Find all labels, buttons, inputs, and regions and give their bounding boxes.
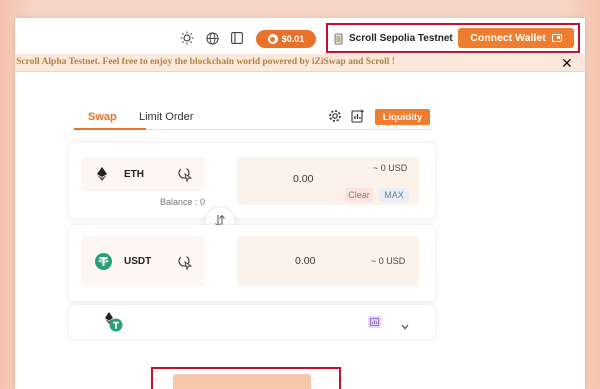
scroll-network-icon (334, 32, 344, 45)
to-token-selector[interactable]: USDT (81, 236, 205, 286)
token-select-icon[interactable] (177, 166, 193, 187)
network-selector[interactable]: Scroll Sepolia Testnet (349, 33, 453, 44)
to-token-card: USDT 0.00 ~ 0 USD (69, 225, 435, 301)
from-amount-value: 0.00 (293, 173, 314, 185)
connect-wallet-button[interactable]: Connect Wallet (458, 28, 574, 48)
to-usd-value: ~ 0 USD (371, 256, 406, 266)
chart-toggle-icon[interactable] (368, 316, 381, 328)
price-info-card[interactable] (69, 305, 435, 339)
to-amount-field[interactable]: 0.00 ~ 0 USD (237, 236, 419, 286)
pair-icon (103, 312, 125, 339)
token-select-icon[interactable] (177, 254, 193, 275)
close-icon[interactable]: ✕ (561, 54, 573, 71)
to-token-symbol: USDT (124, 256, 152, 267)
active-tab-indicator (74, 128, 146, 130)
wallet-highlight-box: Scroll Sepolia Testnet Connect Wallet (326, 23, 580, 53)
max-button[interactable]: MAX (379, 188, 409, 202)
from-amount-field[interactable]: 0.00 ~ 0 USD Clear MAX (237, 157, 419, 205)
usdt-icon (95, 253, 112, 275)
globe-icon[interactable] (204, 30, 220, 46)
from-token-card: ETH Balance : 0 0.00 ~ 0 USD Clear MAX (69, 143, 435, 218)
action-highlight-box (151, 367, 341, 389)
banner-text: a Scroll Alpha Testnet. Feel free to enj… (15, 57, 395, 67)
clear-button[interactable]: Clear (345, 188, 373, 202)
from-token-symbol: ETH (124, 169, 144, 180)
balance-button[interactable]: $0.01 (256, 30, 316, 48)
chart-icon[interactable] (351, 109, 365, 123)
wallet-icon (551, 34, 562, 42)
liquidity-button[interactable]: Liquidity (375, 109, 430, 125)
from-token-selector[interactable]: ETH (81, 157, 205, 191)
chevron-down-icon[interactable] (401, 317, 409, 335)
tab-swap[interactable]: Swap (88, 111, 117, 123)
gear-icon[interactable] (328, 109, 342, 123)
from-balance: Balance : 0 (160, 197, 206, 207)
announcement-banner: a Scroll Alpha Testnet. Feel free to enj… (15, 54, 585, 72)
header-bar: $0.01 Scroll Sepolia Testnet Connect Wal… (15, 18, 585, 54)
balance-value: $0.01 (281, 34, 305, 44)
from-usd-value: ~ 0 USD (373, 163, 408, 173)
eth-icon (97, 167, 107, 186)
sun-icon[interactable] (179, 30, 195, 46)
coin-icon (267, 34, 278, 44)
connect-wallet-label: Connect Wallet (470, 32, 546, 44)
tab-limit-order[interactable]: Limit Order (139, 111, 193, 123)
to-amount-value: 0.00 (295, 255, 316, 267)
app-window: $0.01 Scroll Sepolia Testnet Connect Wal… (15, 18, 585, 389)
swap-action-button[interactable] (173, 374, 311, 389)
sidebar-toggle-icon[interactable] (229, 30, 245, 46)
